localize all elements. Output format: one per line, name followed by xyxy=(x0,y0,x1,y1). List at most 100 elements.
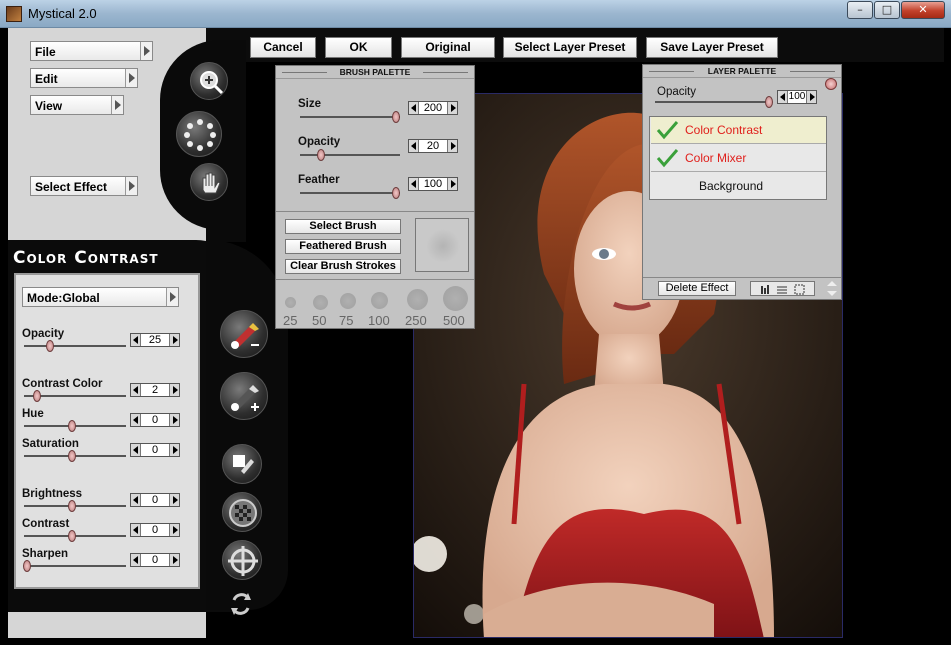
opacity-track[interactable] xyxy=(24,345,126,347)
brush-size-25-dot[interactable] xyxy=(285,297,296,308)
select-layer-preset-button[interactable]: Select Layer Preset xyxy=(503,37,637,58)
decrement-icon[interactable] xyxy=(131,414,141,426)
decrement-icon[interactable] xyxy=(131,334,141,346)
target-button[interactable] xyxy=(222,540,262,580)
decrement-icon[interactable] xyxy=(409,178,419,190)
maximize-button[interactable]: □ xyxy=(874,1,900,19)
contrast-slider-handle[interactable] xyxy=(68,530,76,542)
contrast-color-slider-handle[interactable] xyxy=(33,390,41,402)
decrement-icon[interactable] xyxy=(778,91,788,103)
brush-size-100-dot[interactable] xyxy=(371,292,388,309)
select-effect-menu[interactable]: Select Effect xyxy=(30,176,138,196)
brush-size-track[interactable] xyxy=(300,116,400,118)
saturation-stepper[interactable]: 0 xyxy=(130,443,180,457)
original-button[interactable]: Original xyxy=(401,37,495,58)
zoom-button[interactable] xyxy=(190,62,228,100)
ok-button[interactable]: OK xyxy=(325,37,392,58)
layer-row[interactable]: Color Mixer xyxy=(651,145,826,172)
increment-icon[interactable] xyxy=(169,384,179,396)
decrement-icon[interactable] xyxy=(409,140,419,152)
brightness-slider-handle[interactable] xyxy=(68,500,76,512)
brush-opacity-track[interactable] xyxy=(300,154,400,156)
increment-icon[interactable] xyxy=(169,414,179,426)
brush-feather-track[interactable] xyxy=(300,192,400,194)
brush-opacity-slider-handle[interactable] xyxy=(317,149,325,161)
sharpen-track[interactable] xyxy=(24,565,126,567)
opacity-slider-handle[interactable] xyxy=(46,340,54,352)
pan-button[interactable] xyxy=(190,163,228,201)
crosshair-icon xyxy=(228,546,258,576)
brush-erase-button[interactable] xyxy=(220,310,268,358)
layer-row[interactable]: Background xyxy=(651,173,826,200)
brightness-stepper[interactable]: 0 xyxy=(130,493,180,507)
increment-icon[interactable] xyxy=(169,494,179,506)
decrement-icon[interactable] xyxy=(409,102,419,114)
close-button[interactable]: ✕ xyxy=(901,1,945,19)
brush-size-250-dot[interactable] xyxy=(407,289,428,310)
hue-stepper[interactable]: 0 xyxy=(130,413,180,427)
layer-opacity-slider-handle[interactable] xyxy=(765,96,773,108)
layer-opacity-stepper[interactable]: 100 xyxy=(777,90,817,104)
layer-scroll-arrows[interactable] xyxy=(826,280,839,297)
decrement-icon[interactable] xyxy=(131,554,141,566)
increment-icon[interactable] xyxy=(447,178,457,190)
brush-add-button[interactable] xyxy=(220,372,268,420)
file-menu[interactable]: File xyxy=(30,41,153,61)
layer-palette-title[interactable]: LAYER PALETTE xyxy=(643,65,841,78)
increment-icon[interactable] xyxy=(447,102,457,114)
histogram-icon[interactable] xyxy=(761,285,769,294)
opacity-stepper[interactable]: 25 xyxy=(130,333,180,347)
brush-dots-button[interactable] xyxy=(176,111,222,157)
increment-icon[interactable] xyxy=(169,444,179,456)
cancel-button[interactable]: Cancel xyxy=(250,37,316,58)
close-icon: ✕ xyxy=(918,3,928,16)
layer-opacity-track[interactable] xyxy=(655,101,767,103)
mode-select[interactable]: Mode:Global xyxy=(22,287,179,307)
brush-size-slider-handle[interactable] xyxy=(392,111,400,123)
brush-feather-slider-handle[interactable] xyxy=(392,187,400,199)
increment-icon[interactable] xyxy=(806,91,816,103)
brush-size-75-dot[interactable] xyxy=(340,293,356,309)
decrement-icon[interactable] xyxy=(131,524,141,536)
collapse-icon[interactable] xyxy=(825,78,837,90)
sharpen-stepper[interactable]: 0 xyxy=(130,553,180,567)
sharpen-value: 0 xyxy=(151,554,159,566)
brush-palette-title[interactable]: BRUSH PALETTE xyxy=(276,66,474,79)
increment-icon[interactable] xyxy=(169,554,179,566)
saturation-slider-handle[interactable] xyxy=(68,450,76,462)
brush-size-stepper[interactable]: 200 xyxy=(408,101,458,115)
contrast-color-stepper[interactable]: 2 xyxy=(130,383,180,397)
checkmark-icon[interactable] xyxy=(655,147,679,169)
brush-size-50-dot[interactable] xyxy=(313,295,328,310)
feathered-brush-button[interactable]: Feathered Brush xyxy=(285,239,401,254)
hue-slider-handle[interactable] xyxy=(68,420,76,432)
increment-icon[interactable] xyxy=(169,524,179,536)
brush-feather-stepper[interactable]: 100 xyxy=(408,177,458,191)
delete-effect-button[interactable]: Delete Effect xyxy=(658,281,736,296)
increment-icon[interactable] xyxy=(447,140,457,152)
paint-button[interactable] xyxy=(222,444,262,484)
increment-icon[interactable] xyxy=(169,334,179,346)
decrement-icon[interactable] xyxy=(131,444,141,456)
rotate-icon[interactable] xyxy=(228,590,254,618)
decrement-icon[interactable] xyxy=(131,494,141,506)
clear-brush-strokes-button[interactable]: Clear Brush Strokes xyxy=(285,259,401,274)
save-layer-preset-button[interactable]: Save Layer Preset xyxy=(646,37,778,58)
brush-size-500-dot[interactable] xyxy=(443,286,468,311)
hand-icon xyxy=(202,172,221,194)
select-brush-button[interactable]: Select Brush xyxy=(285,219,401,234)
align-icon[interactable] xyxy=(777,286,787,294)
edit-menu[interactable]: Edit xyxy=(30,68,138,88)
minimize-button[interactable]: – xyxy=(847,1,873,19)
sharpen-slider-handle[interactable] xyxy=(23,560,31,572)
decrement-icon[interactable] xyxy=(131,384,141,396)
brush-opacity-stepper[interactable]: 20 xyxy=(408,139,458,153)
selection-icon[interactable] xyxy=(794,284,805,295)
checkmark-icon[interactable] xyxy=(655,119,679,141)
saturation-slider-row: Saturation 0 xyxy=(22,438,184,468)
view-menu[interactable]: View xyxy=(30,95,124,115)
contrast-stepper[interactable]: 0 xyxy=(130,523,180,537)
layer-row[interactable]: Color Contrast xyxy=(651,117,826,144)
texture-button[interactable] xyxy=(222,492,262,532)
brush-feather-value: 100 xyxy=(423,178,443,190)
